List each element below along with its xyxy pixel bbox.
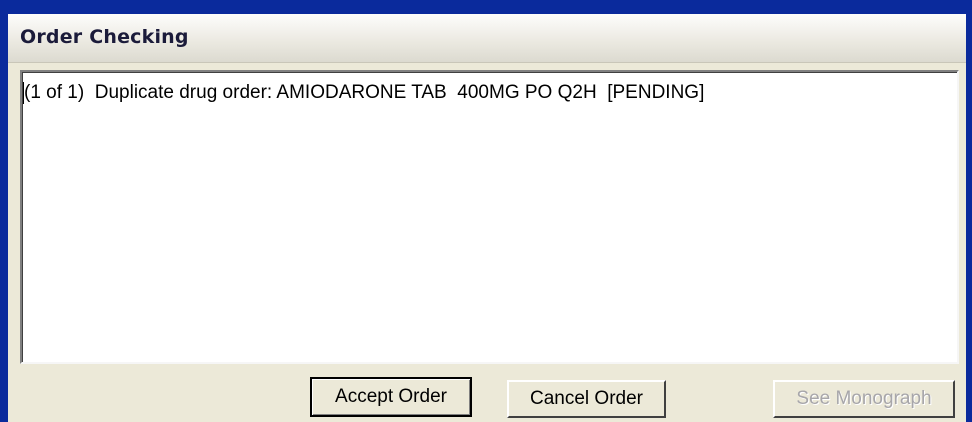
- order-check-message: (1 of 1) Duplicate drug order: AMIODARON…: [24, 82, 705, 103]
- message-box-bevel: [22, 72, 957, 362]
- accept-order-button[interactable]: Accept Order: [310, 377, 472, 417]
- button-bar: Accept Order Cancel Order See Monograph: [8, 364, 966, 422]
- order-check-message-box[interactable]: (1 of 1) Duplicate drug order: AMIODARON…: [20, 70, 959, 364]
- dialog-title: Order Checking: [20, 26, 189, 48]
- dialog-titlebar: Order Checking: [8, 14, 966, 63]
- order-checking-dialog: Order Checking (1 of 1) Duplicate drug o…: [8, 14, 966, 422]
- see-monograph-button: See Monograph: [773, 380, 955, 418]
- cancel-order-button[interactable]: Cancel Order: [507, 380, 666, 418]
